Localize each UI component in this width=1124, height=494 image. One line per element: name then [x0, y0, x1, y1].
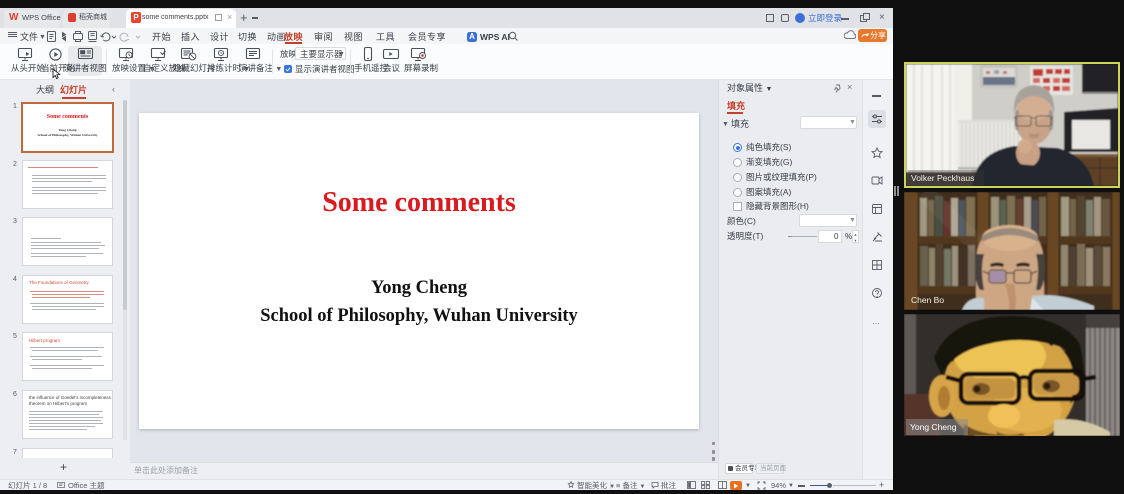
svg-text:Chen Bo: Chen Bo — [911, 295, 944, 305]
svg-text:Yong Cheng: Yong Cheng — [910, 422, 957, 432]
svg-text:Volker Peckhaus: Volker Peckhaus — [911, 173, 974, 183]
